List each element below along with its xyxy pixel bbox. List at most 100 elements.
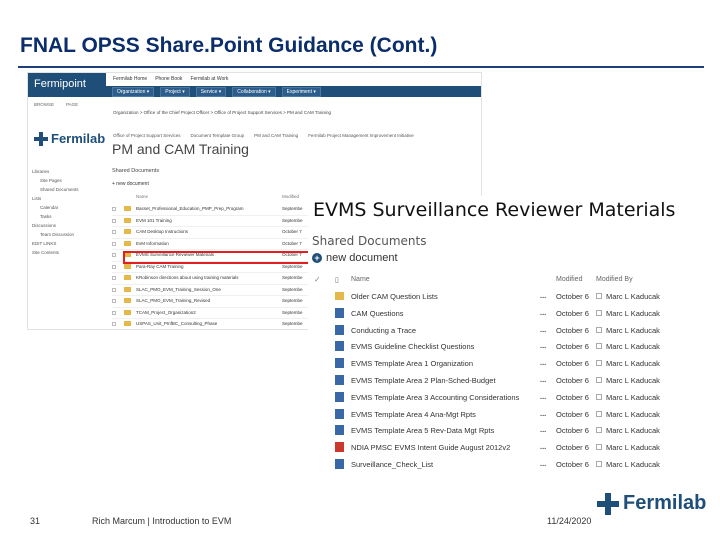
col-name[interactable]: Name <box>136 194 148 199</box>
word-doc-icon <box>335 307 344 318</box>
list-item[interactable]: Older CAM Question Lists... October 6 Marc… <box>308 288 700 305</box>
check-icon[interactable]: ✓ <box>314 275 321 284</box>
ellipsis-menu-icon[interactable]: ... <box>540 325 546 334</box>
footer-logo-text: Fermilab <box>623 492 707 514</box>
folder-icon <box>124 275 131 280</box>
list-item[interactable]: EVMS Template Area 4 Ana-Mgt Rpts... Octo… <box>308 406 700 423</box>
ql-lists[interactable]: Lists <box>32 194 102 203</box>
footer-logo: Fermilab <box>597 492 706 515</box>
row-checkbox[interactable] <box>596 460 602 467</box>
nav-organization[interactable]: Organization ▾ <box>112 87 155 97</box>
nav-project[interactable]: Project ▾ <box>160 87 190 97</box>
ellipsis-menu-icon[interactable]: ... <box>540 392 546 401</box>
site-tab-templates[interactable]: Document Template Group <box>190 133 244 138</box>
row-checkbox[interactable] <box>596 360 602 367</box>
folder-icon <box>124 240 131 246</box>
nav-service[interactable]: Service ▾ <box>195 87 227 97</box>
list-item[interactable]: EVMS Template Area 5 Rev-Data Mgt Rpts..… <box>308 422 700 439</box>
ql-discussions[interactable]: Discussions <box>32 221 102 230</box>
ellipsis-menu-icon[interactable]: ... <box>540 291 546 300</box>
ql-site-pages[interactable]: Site Pages <box>32 176 102 185</box>
row-checkbox[interactable] <box>112 310 116 315</box>
ellipsis-menu-icon[interactable]: ... <box>540 409 546 418</box>
row-checkbox[interactable] <box>112 322 116 326</box>
fermilab-logo-icon <box>34 131 48 146</box>
row-checkbox[interactable] <box>112 299 116 303</box>
ql-edit-links[interactable]: EDIT LINKS <box>32 239 102 248</box>
site-tab-opss[interactable]: Office of Project Support Services <box>113 133 180 138</box>
new-document-link[interactable]: + new document <box>112 181 149 187</box>
word-doc-icon <box>335 341 344 352</box>
list-item[interactable]: EVMS Template Area 3 Accounting Consider… <box>308 389 700 406</box>
row-checkbox[interactable] <box>112 276 116 280</box>
nav-experiment[interactable]: Experiment ▾ <box>281 87 321 97</box>
ql-tasks[interactable]: Tasks <box>32 212 102 221</box>
tab-browse[interactable]: BROWSE <box>34 102 54 107</box>
ql-shared-documents[interactable]: Shared Documents <box>32 185 102 194</box>
file-type-icon[interactable]: ▯ <box>335 276 339 284</box>
row-checkbox[interactable] <box>596 393 602 400</box>
plus-icon: + <box>312 253 322 263</box>
ql-site-contents[interactable]: Site Contents <box>32 248 102 257</box>
tab-page[interactable]: PAGE <box>66 102 78 107</box>
ql-calendar[interactable]: Calendar <box>32 203 102 212</box>
ellipsis-menu-icon[interactable]: ... <box>540 375 546 384</box>
suite-links: Fermilab Home Phone Book Fermilab at Wor… <box>113 76 228 82</box>
ellipsis-menu-icon[interactable]: ... <box>540 358 546 367</box>
breadcrumb[interactable]: Organization > Office of the Chief Proje… <box>113 110 331 115</box>
ellipsis-menu-icon[interactable]: ... <box>540 425 546 434</box>
row-checkbox[interactable] <box>596 410 602 417</box>
suite-link-home[interactable]: Fermilab Home <box>113 76 147 82</box>
word-doc-icon <box>335 391 344 402</box>
suite-link-work[interactable]: Fermilab at Work <box>190 76 228 82</box>
list-item[interactable]: NDIA PMSC EVMS Intent Guide August 2012v… <box>308 439 700 456</box>
col-name[interactable]: Name <box>351 276 370 283</box>
list-item[interactable]: CAM Questions... October 6 Marc L Kaducak <box>308 305 700 322</box>
row-checkbox[interactable] <box>596 293 602 299</box>
row-checkbox[interactable] <box>112 253 116 257</box>
site-tab-pmcam[interactable]: PM and CAM Training <box>254 133 298 138</box>
row-checkbox[interactable] <box>596 326 602 333</box>
list-item[interactable]: EVMS Template Area 1 Organization... Octo… <box>308 355 700 372</box>
word-doc-icon <box>335 408 344 419</box>
col-modified[interactable]: Modified <box>282 194 299 199</box>
fermilab-logo[interactable]: Fermilab <box>34 131 105 146</box>
col-modified[interactable]: Modified <box>556 276 582 283</box>
site-tab-pmii[interactable]: Fermilab Project Management Improvement … <box>308 133 414 138</box>
row-checkbox[interactable] <box>596 427 602 434</box>
footer-author: Rich Marcum | Introduction to EVM <box>92 516 232 526</box>
row-checkbox[interactable] <box>112 230 116 234</box>
row-checkbox[interactable] <box>112 287 116 292</box>
list-item[interactable]: EVMS Guideline Checklist Questions... Oct… <box>308 338 700 355</box>
ellipsis-menu-icon[interactable]: ... <box>540 459 546 468</box>
ellipsis-menu-icon[interactable]: ... <box>540 308 546 317</box>
folder-icon <box>124 217 131 223</box>
word-doc-icon <box>335 374 344 385</box>
row-checkbox[interactable] <box>596 376 602 383</box>
site-title: PM and CAM Training <box>112 141 249 157</box>
row-checkbox[interactable] <box>596 343 602 350</box>
folder-icon <box>124 263 131 269</box>
shared-documents-label[interactable]: Shared Documents <box>312 234 426 248</box>
ellipsis-menu-icon[interactable]: ... <box>540 341 546 350</box>
row-checkbox[interactable] <box>596 309 602 316</box>
ql-team-discussion[interactable]: Team Discussion <box>32 230 102 239</box>
ql-libraries[interactable]: Libraries <box>32 167 102 176</box>
row-checkbox[interactable] <box>112 207 116 211</box>
site-tabs: Office of Project Support Services Docum… <box>113 133 414 138</box>
ellipsis-menu-icon[interactable]: ... <box>540 442 546 451</box>
new-document-button[interactable]: + new document <box>312 252 398 264</box>
list-item[interactable]: EVMS Template Area 2 Plan-Sched-Budget..… <box>308 372 700 389</box>
folder-icon <box>335 292 344 300</box>
fermipoint-brand[interactable]: Fermipoint <box>28 73 106 97</box>
row-checkbox[interactable] <box>112 241 116 246</box>
list-item[interactable]: Surveillance_Check_List... October 6 Marc … <box>308 456 700 473</box>
nav-collaboration[interactable]: Collaboration ▾ <box>232 87 276 97</box>
row-checkbox[interactable] <box>112 218 116 223</box>
col-modified-by[interactable]: Modified By <box>596 276 633 283</box>
list-item[interactable]: Conducting a Trace... October 6 Marc L Kad… <box>308 322 700 339</box>
row-checkbox[interactable] <box>112 264 116 269</box>
row-checkbox[interactable] <box>596 444 602 451</box>
suite-link-phonebook[interactable]: Phone Book <box>155 76 182 82</box>
document-list: Older CAM Question Lists... October 6 Marc… <box>308 288 700 473</box>
